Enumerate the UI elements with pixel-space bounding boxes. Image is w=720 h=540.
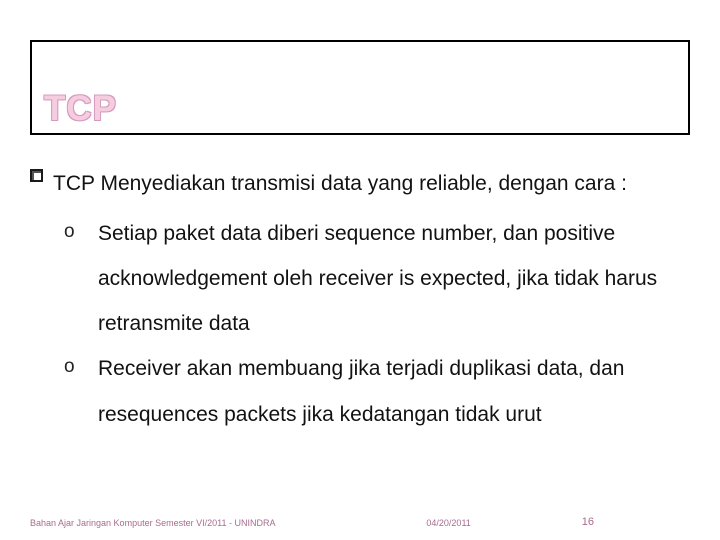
sub-item-text: Setiap paket data diberi sequence number… [98, 211, 690, 346]
sub-bullet-marker: o [64, 346, 88, 388]
slide-title: TCP [44, 89, 117, 129]
sub-item: o Setiap paket data diberi sequence numb… [64, 211, 690, 346]
square-bullet-icon [30, 169, 43, 182]
bullet-text: TCP Menyediakan transmisi data yang reli… [53, 162, 627, 205]
slide-body: TCP Menyediakan transmisi data yang reli… [30, 162, 690, 437]
footer-source: Bahan Ajar Jaringan Komputer Semester VI… [30, 518, 275, 528]
sub-item-text: Receiver akan membuang jika terjadi dupl… [98, 346, 690, 436]
footer-page-number: 16 [582, 516, 594, 528]
sub-bullet-marker: o [64, 211, 88, 253]
title-box: TCP [30, 40, 690, 135]
sub-item: o Receiver akan membuang jika terjadi du… [64, 346, 690, 436]
footer-date: 04/20/2011 [426, 518, 470, 528]
sub-list: o Setiap paket data diberi sequence numb… [64, 211, 690, 437]
bullet-item: TCP Menyediakan transmisi data yang reli… [30, 162, 690, 205]
slide-footer: Bahan Ajar Jaringan Komputer Semester VI… [30, 516, 690, 528]
